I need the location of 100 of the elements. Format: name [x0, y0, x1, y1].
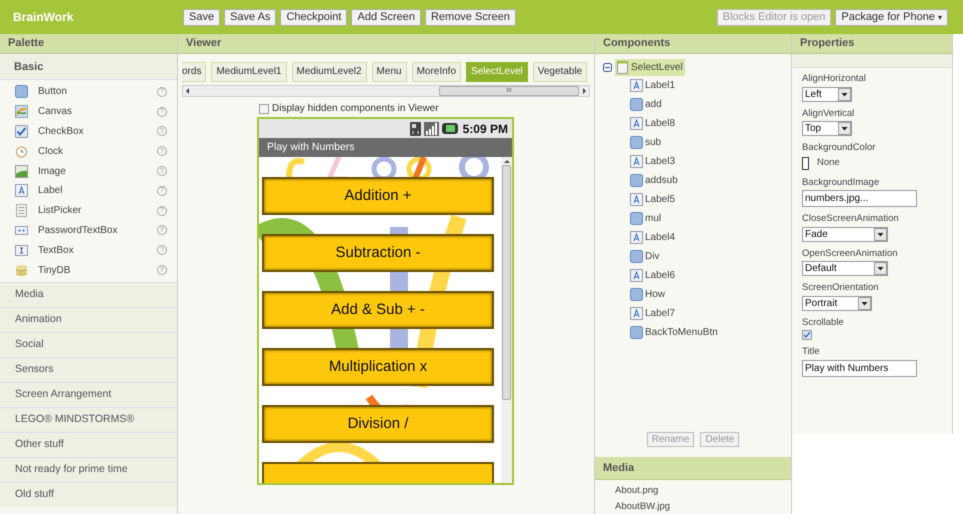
tree-item[interactable]: mul [630, 209, 791, 228]
vertical-scrollbar[interactable] [501, 157, 512, 483]
text-box-icon [15, 244, 28, 257]
screen-tab[interactable]: MoreInfo [412, 62, 462, 82]
color-swatch[interactable] [802, 156, 809, 170]
button-icon [630, 98, 643, 111]
tree-item[interactable]: sub [630, 133, 791, 152]
button-icon [630, 136, 643, 149]
palette-group-header[interactable]: Old stuff [0, 482, 177, 507]
property-label: BackgroundColor [802, 143, 876, 152]
palette-group-header[interactable]: Social [0, 332, 177, 357]
tree-item[interactable]: add [630, 95, 791, 114]
tree-item[interactable]: BackToMenuBtn [630, 323, 791, 342]
panel-header: Components [595, 34, 791, 54]
media-file[interactable]: About.png [615, 483, 791, 499]
tree-item[interactable]: addsub [630, 171, 791, 190]
palette-group-header[interactable]: Media [0, 282, 177, 307]
property-dropdown[interactable]: Default [802, 261, 888, 276]
panel-header: Palette [0, 34, 177, 54]
screen-tab[interactable]: Menu [372, 62, 407, 82]
app-menu-button[interactable]: Add & Sub + - [262, 291, 494, 329]
property-label: AlignHorizontal [802, 74, 867, 84]
button-icon [630, 212, 643, 225]
toolbar-button[interactable]: Add Screen [351, 8, 421, 26]
hidden-components-checkbox[interactable] [259, 104, 269, 114]
label-icon [630, 307, 643, 320]
media-file[interactable]: AboutBW.jpg [615, 499, 791, 514]
clock-icon [15, 144, 28, 158]
app-menu-button[interactable]: Division / [262, 405, 494, 443]
property-label: OpenScreenAnimation [802, 248, 899, 258]
image-icon [15, 164, 28, 178]
palette-group-header[interactable]: Not ready for prime time [0, 456, 177, 482]
button-icon [630, 288, 643, 301]
property-label: AlignVertical [802, 108, 856, 118]
collapse-toggle-icon[interactable] [603, 63, 612, 72]
screen-tab[interactable]: ords [182, 62, 206, 82]
panel-header: Viewer [178, 34, 594, 54]
property-label: Title [802, 347, 821, 356]
property-input[interactable]: Play with Numbers [802, 360, 917, 376]
tree-item[interactable]: Label5 [630, 190, 791, 209]
label-icon [630, 117, 643, 130]
toolbar-button[interactable]: Save As [224, 8, 276, 26]
property-dropdown[interactable]: Fade [802, 226, 888, 242]
app-menu-button[interactable]: Addition + [262, 177, 494, 215]
label-icon [630, 231, 643, 244]
tree-item[interactable]: Label6 [630, 266, 791, 285]
network-icon [410, 122, 421, 136]
tree-item[interactable]: How [630, 285, 791, 304]
app-menu-button[interactable]: Multiplication x [262, 348, 494, 386]
palette-group-header[interactable]: Screen Arrangement [0, 382, 177, 407]
button-icon [630, 250, 643, 263]
screen-title-bar: Play with Numbers [259, 138, 512, 157]
palette-group-header[interactable]: Animation [0, 306, 177, 332]
tree-item[interactable]: Label3 [630, 152, 791, 171]
palette-group-header[interactable]: LEGO® MINDSTORMS® [0, 406, 177, 432]
property-dropdown[interactable]: Portrait [802, 296, 872, 310]
palette-group-header[interactable]: Basic [0, 55, 177, 80]
panel-header: Media [595, 457, 791, 480]
property-checkbox[interactable] [802, 330, 812, 340]
app-title: BrainWork [13, 9, 74, 26]
label-icon [630, 269, 643, 282]
property-label: Scrollable [802, 318, 845, 327]
password-field-icon [15, 224, 28, 237]
toolbar-button[interactable]: Save [183, 8, 220, 26]
property-dropdown[interactable]: Left [802, 86, 852, 102]
property-dropdown[interactable]: Top [802, 121, 852, 136]
screen-tab[interactable]: Vegetable [532, 62, 588, 82]
tree-item[interactable]: Label4 [630, 228, 791, 247]
property-label: ScreenOrientation [802, 283, 880, 292]
palette-group-header[interactable]: Sensors [0, 356, 177, 382]
label-icon [630, 155, 643, 168]
tree-item[interactable]: Label1 [630, 76, 791, 95]
button-icon [15, 85, 28, 98]
checkbox-label: Display hidden components in Viewer [272, 102, 439, 116]
app-menu-button[interactable]: Subtraction - [262, 234, 494, 272]
status-time: 5:09 PM [462, 120, 508, 138]
property-input[interactable]: numbers.jpg... [802, 190, 917, 207]
tree-item[interactable]: Label7 [630, 304, 791, 323]
signal-icon [424, 122, 439, 136]
battery-icon [442, 123, 458, 134]
tree-item[interactable]: SelectLevel [615, 59, 685, 76]
button-icon [630, 174, 643, 187]
tree-item[interactable]: Label8 [630, 114, 791, 133]
toolbar-button[interactable]: Remove Screen [424, 8, 516, 26]
screen-icon [617, 61, 628, 74]
screen-tab[interactable]: MediumLevel2 [292, 62, 367, 82]
label-icon [630, 193, 643, 206]
canvas-icon [15, 105, 28, 118]
screen-tab[interactable]: MediumLevel1 [211, 62, 286, 82]
scroll-thumb[interactable] [502, 165, 511, 400]
list-icon [15, 204, 28, 218]
property-label: BackgroundImage [802, 178, 880, 187]
palette-group-header[interactable]: Other stuff [0, 432, 177, 457]
panel-header: Properties [792, 34, 952, 54]
checkbox-icon [15, 124, 28, 138]
tree-item[interactable]: Div [630, 247, 791, 266]
button-icon [630, 326, 643, 339]
package-button[interactable]: Package for Phone ▾ [835, 8, 948, 26]
toolbar-button[interactable]: Checkpoint [280, 8, 348, 26]
color-value: None [817, 156, 840, 170]
